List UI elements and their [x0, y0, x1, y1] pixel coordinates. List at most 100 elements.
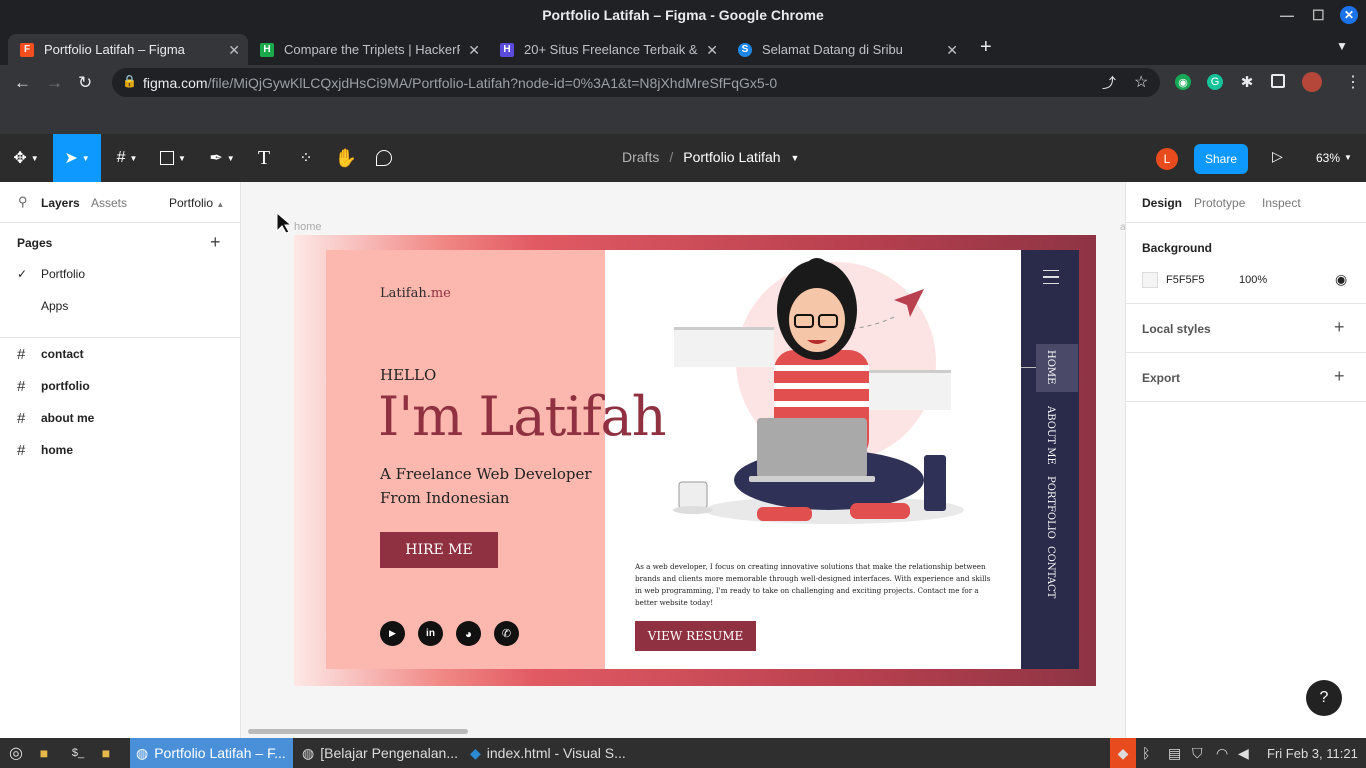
cursor-icon: ➤	[64, 150, 78, 167]
files-icon[interactable]: ■	[96, 738, 116, 768]
forward-icon[interactable]: →	[46, 73, 63, 93]
nav-home[interactable]: HOME	[1045, 350, 1056, 384]
eye-visibility-icon[interactable]: ◉	[1335, 271, 1347, 288]
comment-tool-button[interactable]	[368, 134, 400, 182]
frame-tool-button[interactable]: # ▼	[106, 134, 148, 182]
hamburger-menu-icon[interactable]	[1043, 270, 1059, 284]
add-style-icon[interactable]: +	[1334, 317, 1345, 338]
page-item-apps[interactable]: Apps	[0, 290, 240, 322]
nav-about-me[interactable]: ABOUT ME	[1045, 406, 1056, 465]
hire-me-button[interactable]: HIRE ME	[380, 532, 498, 568]
clipboard-icon[interactable]: ▤	[1168, 738, 1181, 768]
layer-home[interactable]: # home	[0, 434, 240, 466]
page-switcher[interactable]: Portfolio ▲	[169, 196, 224, 210]
share-page-icon[interactable]: ⤴	[1102, 73, 1116, 93]
profile-avatar[interactable]	[1302, 72, 1322, 92]
menu-launcher-icon[interactable]: ◎	[4, 738, 28, 768]
file-name[interactable]: Portfolio Latifah	[683, 149, 780, 165]
chevron-down-icon[interactable]: ▼	[791, 153, 800, 165]
whatsapp-icon[interactable]: ✆	[494, 621, 519, 646]
chrome-icon: ◍	[302, 744, 315, 761]
terminal-icon[interactable]: $_	[66, 738, 90, 768]
url-input[interactable]: 🔒 figma.com/file/MiQjGywKlLCQxjdHsCi9MA/…	[112, 68, 1160, 97]
close-tab-icon[interactable]: ✕	[468, 42, 480, 59]
nav-contact[interactable]: CONTACT	[1045, 546, 1056, 598]
close-window-icon[interactable]: ✕	[1340, 6, 1358, 24]
share-button[interactable]: Share	[1194, 144, 1248, 174]
canvas[interactable]: home HOME ABOUT ME PORTFOLIO CONTACT Lat…	[241, 182, 1125, 738]
background-swatch[interactable]	[1142, 272, 1158, 288]
github-icon[interactable]: ◕	[456, 621, 481, 646]
bookmark-star-icon[interactable]: ☆	[1134, 72, 1148, 92]
zoom-dropdown[interactable]: 63% ▼	[1316, 151, 1352, 165]
browser-tab-freelance[interactable]: H 20+ Situs Freelance Terbaik & ✕	[488, 34, 726, 65]
background-opacity-input[interactable]: 100%	[1239, 274, 1267, 286]
site-logo[interactable]: Latifah.me	[380, 286, 451, 301]
shape-tool-button[interactable]: ▼	[152, 134, 194, 182]
tab-design[interactable]: Design	[1142, 196, 1182, 210]
browser-tab-figma[interactable]: F Portfolio Latifah – Figma ✕	[8, 34, 248, 65]
close-tab-icon[interactable]: ✕	[946, 42, 958, 59]
figma-logo-icon: ✥	[13, 150, 27, 167]
close-tab-icon[interactable]: ✕	[228, 42, 240, 59]
add-export-icon[interactable]: +	[1334, 366, 1345, 387]
user-avatar[interactable]: L	[1156, 148, 1178, 170]
linkedin-icon[interactable]: in	[418, 621, 443, 646]
back-icon[interactable]: ←	[14, 73, 31, 93]
volume-icon[interactable]: ◀	[1238, 738, 1249, 768]
background-hex-input[interactable]: F5F5F5	[1166, 274, 1205, 286]
tab-prototype[interactable]: Prototype	[1194, 196, 1245, 210]
more-menu-icon[interactable]: ⋮	[1345, 72, 1361, 92]
tab-layers[interactable]: Layers	[41, 196, 80, 210]
horizontal-scrollbar[interactable]	[248, 729, 468, 734]
grammarly-icon[interactable]: G	[1207, 74, 1223, 90]
frame-label[interactable]: home	[294, 221, 322, 233]
browser-tab-sribu[interactable]: S Selamat Datang di Sribu ✕	[726, 34, 966, 65]
main-menu-button[interactable]: ✥ ▼	[0, 134, 52, 182]
shield-icon[interactable]: ⛉	[1192, 738, 1203, 768]
present-play-icon[interactable]: ▷	[1272, 148, 1283, 165]
tab-assets[interactable]: Assets	[91, 196, 127, 210]
maximize-icon[interactable]: ☐	[1312, 7, 1325, 24]
folder-icon[interactable]: ■	[34, 738, 54, 768]
resources-button[interactable]: ⁘	[290, 134, 322, 182]
move-tool-button[interactable]: ➤ ▼	[53, 134, 101, 182]
taskbar-item-vscode[interactable]: ◆ index.html - Visual S...	[466, 738, 631, 768]
extension-eye-icon[interactable]: ◉	[1175, 74, 1191, 90]
side-panel-icon[interactable]	[1271, 74, 1285, 88]
layer-contact[interactable]: # contact	[0, 338, 240, 370]
taskbar-item-figma[interactable]: ◍ Portfolio Latifah – F...	[130, 738, 293, 768]
minimize-icon[interactable]: —	[1280, 7, 1294, 23]
breadcrumb-drafts[interactable]: Drafts	[622, 149, 659, 165]
clock[interactable]: Fri Feb 3, 11:21	[1267, 738, 1358, 768]
text-tool-button[interactable]: T	[248, 134, 280, 182]
add-page-icon[interactable]: +	[210, 232, 221, 253]
home-frame[interactable]: HOME ABOUT ME PORTFOLIO CONTACT Latifah.…	[294, 235, 1096, 686]
tray-app-icon[interactable]: ◆	[1110, 738, 1136, 768]
layer-label: about me	[41, 411, 95, 425]
page-label: Apps	[41, 299, 69, 313]
hand-tool-button[interactable]: ✋	[330, 134, 362, 182]
reload-icon[interactable]: ↻	[78, 73, 92, 93]
rectangle-icon	[160, 151, 175, 165]
new-tab-icon[interactable]: +	[980, 36, 992, 59]
close-tab-icon[interactable]: ✕	[706, 42, 718, 59]
wifi-icon[interactable]: ◠	[1216, 738, 1228, 768]
bluetooth-icon[interactable]: ᛒ	[1142, 738, 1150, 768]
tab-inspect[interactable]: Inspect	[1262, 196, 1301, 210]
page-item-portfolio[interactable]: ✓ Portfolio	[0, 258, 240, 290]
extensions-puzzle-icon[interactable]: ✱	[1239, 74, 1255, 91]
pen-tool-button[interactable]: ✒ ▼	[200, 134, 244, 182]
nav-portfolio[interactable]: PORTFOLIO	[1045, 476, 1056, 539]
layer-portfolio[interactable]: # portfolio	[0, 370, 240, 402]
view-resume-button[interactable]: VIEW RESUME	[635, 621, 756, 651]
help-button[interactable]: ?	[1306, 680, 1342, 716]
taskbar-item-belajar[interactable]: ◍ [Belajar Pengenalan...	[298, 738, 463, 768]
frame-icon: #	[17, 377, 26, 395]
layer-about-me[interactable]: # about me	[0, 402, 240, 434]
youtube-icon[interactable]: ▶	[380, 621, 405, 646]
tab-search-icon[interactable]: ▼	[1336, 39, 1348, 53]
browser-tab-hackerrank[interactable]: H Compare the Triplets | HackerRank ✕	[248, 34, 488, 65]
search-icon[interactable]: ⚲	[18, 194, 28, 210]
comment-icon	[376, 150, 392, 166]
